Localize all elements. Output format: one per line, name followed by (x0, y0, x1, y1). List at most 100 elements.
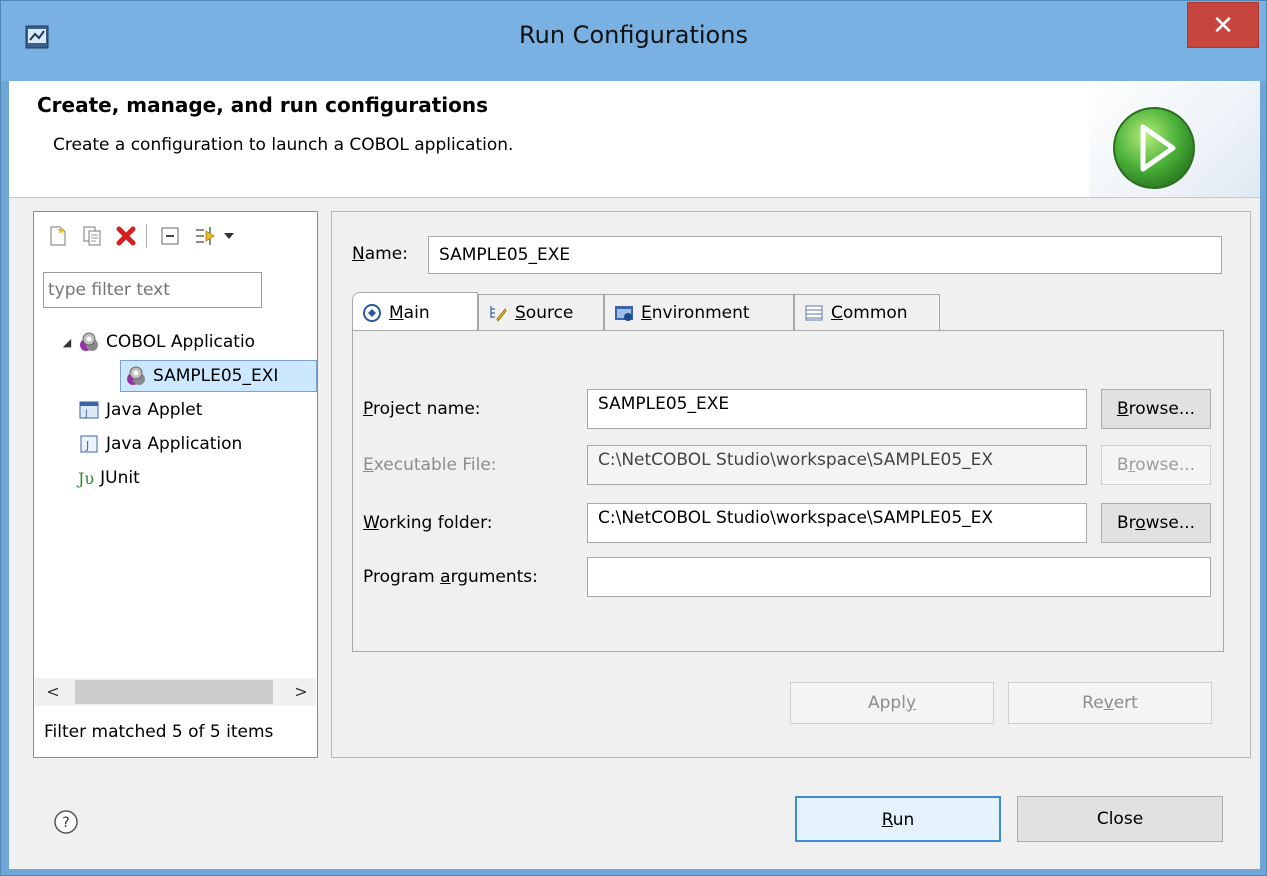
tree-item-label: Java Application (106, 434, 243, 454)
tree-item-java-applet[interactable]: J Java Applet (78, 394, 202, 426)
main-tab-icon (361, 302, 383, 324)
cobol-config-icon (125, 365, 147, 387)
label-part: ame: (364, 244, 408, 264)
header-title: Create, manage, and run configurations (37, 93, 488, 117)
label-part: Re (1082, 693, 1104, 713)
duplicate-configuration-button[interactable] (78, 222, 106, 250)
mnemonic: v (1103, 693, 1114, 713)
tree-item-sample05-exe[interactable]: SAMPLE05_EXI (120, 360, 317, 392)
svg-text:J: J (84, 409, 88, 419)
configuration-tree: ◢ COBOL Applicatio SAMPLE05_EXI J Java A… (34, 322, 317, 652)
toolbar-separator (146, 224, 147, 248)
mnemonic: a (440, 567, 451, 587)
name-label: Name: (352, 244, 408, 264)
mnemonic: N (352, 244, 365, 264)
mnemonic: o (1135, 513, 1146, 533)
run-button[interactable]: Run (795, 796, 1001, 842)
label-part: rguments: (450, 567, 538, 587)
label-part: Appl (868, 693, 906, 713)
dropdown-arrow-icon (224, 233, 234, 239)
dialog-header: Create, manage, and run configurations C… (9, 81, 1260, 198)
apply-button: Apply (790, 682, 994, 724)
browse-working-folder-button[interactable]: Browse... (1101, 503, 1211, 543)
tab-common[interactable]: Common (794, 294, 940, 330)
run-configurations-window: Run Configurations ✕ Create, manage, and… (0, 0, 1267, 876)
configuration-tabs: Main Source E nvironment C ommon (352, 292, 1232, 332)
label-part: wse... (1145, 513, 1196, 533)
label-part: Program (363, 567, 441, 587)
title-bar[interactable]: Run Configurations ✕ (1, 1, 1266, 81)
mnemonic: y (905, 693, 916, 713)
horizontal-scrollbar[interactable]: < > (35, 678, 316, 706)
help-glyph: ? (62, 815, 69, 831)
tab-source[interactable]: Source (478, 294, 604, 330)
label-part: Br (1116, 513, 1136, 533)
mnemonic: M (389, 302, 404, 323)
list-toolbar (42, 216, 312, 256)
label-part: nvironment (651, 302, 750, 323)
close-button[interactable]: Close (1017, 796, 1223, 842)
label-part: ommon (842, 302, 908, 323)
working-folder-label: Working folder: (363, 513, 493, 533)
expanded-triangle-icon[interactable]: ◢ (60, 335, 74, 349)
mnemonic: R (881, 810, 893, 830)
window-title: Run Configurations (519, 21, 748, 49)
program-arguments-label: Program arguments: (363, 567, 538, 587)
collapse-all-button[interactable] (156, 222, 184, 250)
tree-item-cobol-application[interactable]: ◢ COBOL Applicatio (60, 326, 255, 358)
program-arguments-input[interactable] (587, 557, 1211, 597)
executable-file-label: Executable File: (363, 455, 497, 475)
environment-tab-icon (613, 302, 635, 324)
new-configuration-button[interactable] (44, 222, 72, 250)
new-launch-config-icon (50, 226, 66, 246)
filter-text-input[interactable] (43, 272, 262, 308)
mnemonic: S (515, 302, 526, 323)
window-close-button[interactable]: ✕ (1187, 2, 1259, 48)
tree-item-label: COBOL Applicatio (106, 332, 256, 352)
common-tab-icon (803, 302, 825, 324)
label-part: xecutable File: (373, 455, 497, 475)
run-play-icon (1113, 107, 1195, 189)
revert-button: Revert (1008, 682, 1212, 724)
mnemonic: E (641, 302, 652, 323)
help-icon[interactable]: ? (53, 809, 79, 835)
label-part: B (1116, 455, 1129, 475)
tree-item-junit[interactable]: Jυ JUnit (78, 462, 140, 494)
project-name-input[interactable]: SAMPLE05_EXE (587, 389, 1087, 429)
project-name-label: Project name: (363, 399, 481, 419)
tree-item-java-application[interactable]: J Java Application (78, 428, 242, 460)
duplicate-icon (83, 226, 101, 246)
label-part: un (892, 810, 915, 830)
filter-configurations-button[interactable] (192, 222, 220, 250)
label-part: rowse... (1128, 399, 1196, 419)
scroll-right-arrow-icon[interactable]: > (287, 678, 315, 706)
main-tab-content: Project name: SAMPLE05_EXE Browse... Exe… (352, 330, 1224, 652)
filter-status-text: Filter matched 5 of 5 items (44, 722, 274, 742)
label-part: roject name: (372, 399, 481, 419)
working-folder-input[interactable]: C:\NetCOBOL Studio\workspace\SAMPLE05_EX (587, 503, 1087, 543)
mnemonic: C (831, 302, 843, 323)
header-subtitle: Create a configuration to launch a COBOL… (53, 135, 514, 155)
java-application-icon: J (78, 433, 100, 455)
label-part: orking folder: (378, 513, 493, 533)
browse-project-button[interactable]: Browse... (1101, 389, 1211, 429)
tab-environment[interactable]: Environment (604, 294, 794, 330)
filter-icon (196, 227, 215, 245)
configuration-list-pane: ◢ COBOL Applicatio (33, 211, 318, 758)
tree-item-label: JUnit (100, 468, 140, 488)
cobol-app-icon (78, 331, 100, 353)
scrollbar-thumb[interactable] (75, 680, 273, 704)
delete-icon (116, 226, 136, 246)
configuration-editor-pane: Name: Main (331, 211, 1251, 758)
delete-configuration-button[interactable] (112, 222, 140, 250)
junit-icon: Jυ (78, 468, 95, 488)
svg-text:J: J (85, 439, 89, 452)
scroll-left-arrow-icon[interactable]: < (39, 678, 67, 706)
label-part: ert (1113, 693, 1138, 713)
executable-file-input: C:\NetCOBOL Studio\workspace\SAMPLE05_EX (587, 445, 1087, 485)
collapse-all-icon (161, 227, 179, 245)
configuration-name-input[interactable] (428, 236, 1222, 274)
view-menu-button[interactable] (220, 222, 238, 250)
tab-main[interactable]: Main (352, 292, 478, 332)
dialog-client-area: Create, manage, and run configurations C… (9, 81, 1260, 869)
